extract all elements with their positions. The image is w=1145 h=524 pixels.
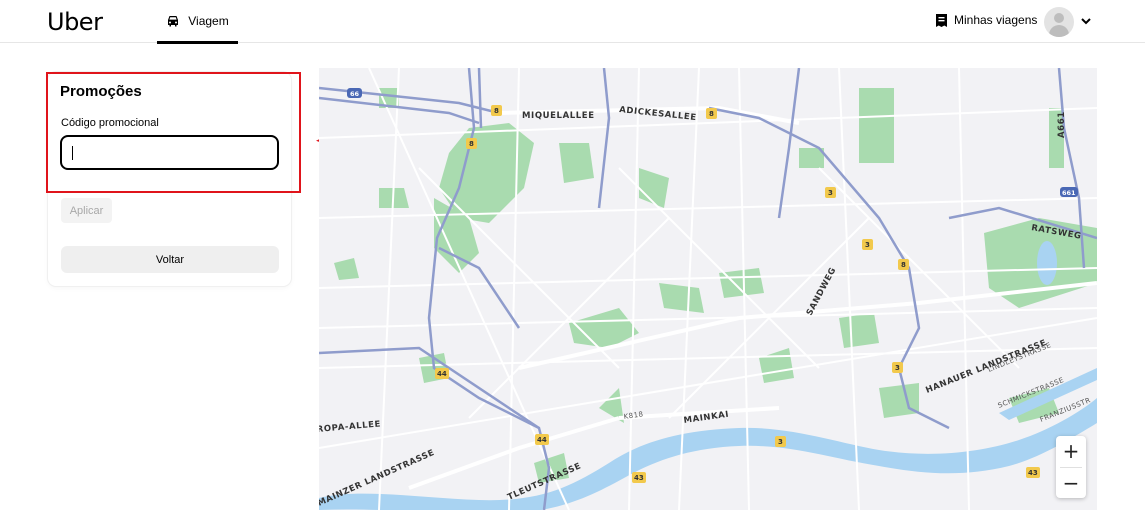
shield-3-b: 3 xyxy=(865,241,870,249)
shield-3-c: 3 xyxy=(895,364,900,372)
shield-8-b: 8 xyxy=(469,140,474,148)
zoom-control: + − xyxy=(1056,436,1086,498)
shield-3-d: 3 xyxy=(778,438,783,446)
label-a661: A661 xyxy=(1057,111,1067,138)
shield-43-a: 43 xyxy=(634,474,644,482)
shield-661: 661 xyxy=(1062,189,1076,197)
shield-43-b: 43 xyxy=(1028,469,1038,477)
shield-8-a: 8 xyxy=(494,107,499,115)
map-view[interactable]: MIQUELALLEE ADICKESALLEE RATSWEG SANDWEG… xyxy=(319,68,1097,510)
shield-44-a: 44 xyxy=(437,370,447,378)
label-europa-allee: ROPA-ALLEE xyxy=(319,419,381,435)
map-canvas: MIQUELALLEE ADICKESALLEE RATSWEG SANDWEG… xyxy=(319,68,1097,510)
label-k818: K818 xyxy=(623,410,644,421)
pond-east xyxy=(1037,241,1057,285)
zoom-in-button[interactable]: + xyxy=(1056,436,1086,467)
shield-44-b: 44 xyxy=(537,436,547,444)
shield-66: 66 xyxy=(350,90,360,98)
label-miquelallee: MIQUELALLEE xyxy=(522,111,595,121)
shield-8-c: 8 xyxy=(709,110,714,118)
shield-3-a: 3 xyxy=(828,189,833,197)
shield-8-d: 8 xyxy=(901,261,906,269)
zoom-out-button[interactable]: − xyxy=(1056,468,1086,499)
